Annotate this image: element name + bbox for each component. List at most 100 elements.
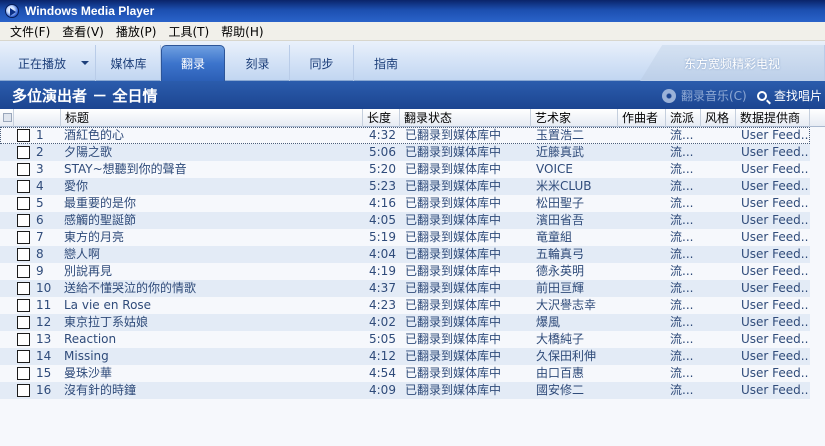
table-row[interactable]: 13 Reaction 5:05 已翻录到媒体库中 大橋純子 流... User Feed.…	[0, 331, 810, 348]
track-title: 別說再見	[64, 264, 113, 278]
track-artist: 久保田利伸	[536, 349, 597, 363]
track-rip-status: 已翻录到媒体库中	[405, 298, 502, 312]
rip-music-button[interactable]: 翻录音乐(C)	[662, 87, 747, 104]
header-artist[interactable]: 艺术家	[531, 109, 618, 127]
track-composer	[622, 229, 666, 246]
tab-sync[interactable]: 同步	[290, 45, 354, 81]
header-number[interactable]	[14, 109, 61, 127]
track-list: 标题 长度 翻录状态 艺术家 作曲者 流派 风格 数据提供商 1 酒紅色的心 4:3…	[0, 109, 825, 446]
tab-library[interactable]: 媒体库	[97, 45, 161, 81]
track-genre: 流...	[670, 213, 694, 227]
track-length: 4:12	[369, 349, 396, 363]
track-artist: 由口百惠	[536, 366, 585, 380]
track-style	[706, 297, 734, 314]
menu-view[interactable]: 查看(V)	[56, 23, 110, 40]
track-provider: User Feed...	[741, 247, 809, 261]
track-length: 4:23	[369, 298, 396, 312]
header-style[interactable]: 风格	[701, 109, 736, 127]
track-style	[706, 195, 734, 212]
track-style	[706, 365, 734, 382]
tab-burn[interactable]: 刻录	[226, 45, 290, 81]
table-row[interactable]: 4 愛你 5:23 已翻录到媒体库中 米米CLUB 流... User Feed...	[0, 178, 810, 195]
track-provider: User Feed...	[741, 264, 809, 278]
header-provider[interactable]: 数据提供商	[736, 109, 810, 127]
track-checkbox[interactable]	[17, 265, 30, 278]
track-composer	[622, 178, 666, 195]
track-artist: 松田聖子	[536, 196, 585, 210]
tab-guide[interactable]: 指南	[354, 45, 418, 81]
track-rip-status: 已翻录到媒体库中	[405, 349, 502, 363]
track-checkbox[interactable]	[17, 282, 30, 295]
track-composer	[622, 144, 666, 161]
table-row[interactable]: 1 酒紅色的心 4:32 已翻录到媒体库中 玉置浩二 流... User Feed...	[0, 127, 810, 144]
track-genre: 流...	[670, 162, 694, 176]
track-title: 東京拉丁系姑娘	[64, 315, 149, 329]
track-checkbox[interactable]	[17, 231, 30, 244]
track-checkbox[interactable]	[17, 350, 30, 363]
track-title: 最重要的是你	[64, 196, 137, 210]
track-checkbox[interactable]	[17, 248, 30, 261]
table-row[interactable]: 7 東方的月亮 5:19 已翻录到媒体库中 竜童組 流... User Feed...	[0, 229, 810, 246]
header-length[interactable]: 长度	[363, 109, 400, 127]
table-row[interactable]: 10 送給不懂哭泣的你的情歌 4:37 已翻录到媒体库中 前田亘輝 流... User Fe…	[0, 280, 810, 297]
track-checkbox[interactable]	[17, 163, 30, 176]
track-checkbox[interactable]	[17, 367, 30, 380]
track-checkbox[interactable]	[17, 384, 30, 397]
track-provider: User Feed...	[741, 196, 809, 210]
table-row[interactable]: 9 別說再見 4:19 已翻录到媒体库中 德永英明 流... User Feed...	[0, 263, 810, 280]
track-title: 酒紅色的心	[64, 128, 125, 142]
track-style	[706, 331, 734, 348]
track-number: 13	[36, 332, 52, 346]
table-row[interactable]: 14 Missing 4:12 已翻录到媒体库中 久保田利伸 流... User Feed.…	[0, 348, 810, 365]
header-title[interactable]: 标题	[61, 109, 363, 127]
track-composer	[622, 365, 666, 382]
track-length: 4:05	[369, 213, 396, 227]
track-genre: 流...	[670, 366, 694, 380]
menu-bar: 文件(F) 查看(V) 播放(P) 工具(T) 帮助(H)	[0, 22, 825, 41]
track-checkbox[interactable]	[17, 146, 30, 159]
track-number: 5	[36, 196, 44, 210]
chevron-down-icon[interactable]	[81, 61, 89, 65]
track-provider: User Feed...	[741, 230, 809, 244]
track-genre: 流...	[670, 179, 694, 193]
menu-tools[interactable]: 工具(T)	[162, 23, 215, 40]
menu-file[interactable]: 文件(F)	[4, 23, 56, 40]
table-row[interactable]: 12 東京拉丁系姑娘 4:02 已翻录到媒体库中 爆風 流... User Feed...	[0, 314, 810, 331]
table-row[interactable]: 3 STAY~想聽到你的聲音 5:20 已翻录到媒体库中 VOICE 流... User F…	[0, 161, 810, 178]
track-genre: 流...	[670, 247, 694, 261]
header-genre[interactable]: 流派	[666, 109, 701, 127]
track-rip-status: 已翻录到媒体库中	[405, 315, 502, 329]
menu-play[interactable]: 播放(P)	[110, 23, 163, 40]
track-style	[706, 314, 734, 331]
table-row[interactable]: 16 沒有針的時鐘 4:09 已翻录到媒体库中 國安修二 流... User Feed...	[0, 382, 810, 399]
track-rip-status: 已翻录到媒体库中	[405, 247, 502, 261]
table-row[interactable]: 11 La vie en Rose 4:23 已翻录到媒体库中 大沢譽志幸 流... Use…	[0, 297, 810, 314]
track-genre: 流...	[670, 145, 694, 159]
track-rip-status: 已翻录到媒体库中	[405, 281, 502, 295]
track-checkbox[interactable]	[17, 180, 30, 193]
menu-help[interactable]: 帮助(H)	[215, 23, 269, 40]
table-row[interactable]: 5 最重要的是你 4:16 已翻录到媒体库中 松田聖子 流... User Feed...	[0, 195, 810, 212]
tab-online-service[interactable]: 东方宽频精彩电视	[640, 45, 825, 81]
track-checkbox[interactable]	[17, 333, 30, 346]
header-rip-status[interactable]: 翻录状态	[400, 109, 531, 127]
table-row[interactable]: 2 夕陽之歌 5:06 已翻录到媒体库中 近籐真武 流... User Feed...	[0, 144, 810, 161]
tab-now-playing[interactable]: 正在播放	[8, 45, 96, 81]
table-row[interactable]: 8 戀人啊 4:04 已翻录到媒体库中 五輪真弓 流... User Feed...	[0, 246, 810, 263]
table-row[interactable]: 15 曼珠沙華 4:54 已翻录到媒体库中 由口百惠 流... User Feed...	[0, 365, 810, 382]
track-checkbox[interactable]	[17, 129, 30, 142]
find-album-button[interactable]: 查找唱片	[757, 87, 822, 104]
track-provider: User Feed...	[741, 213, 809, 227]
tab-rip[interactable]: 翻录	[161, 45, 225, 81]
track-checkbox[interactable]	[17, 299, 30, 312]
table-row[interactable]: 6 感觸的聖誕節 4:05 已翻录到媒体库中 濱田省吾 流... User Feed...	[0, 212, 810, 229]
track-checkbox[interactable]	[17, 316, 30, 329]
track-rip-status: 已翻录到媒体库中	[405, 230, 502, 244]
header-select-all[interactable]	[0, 109, 14, 127]
track-checkbox[interactable]	[17, 197, 30, 210]
track-provider: User Feed...	[741, 315, 809, 329]
track-composer	[622, 280, 666, 297]
header-composer[interactable]: 作曲者	[618, 109, 666, 127]
track-checkbox[interactable]	[17, 214, 30, 227]
track-artist: 五輪真弓	[536, 247, 585, 261]
